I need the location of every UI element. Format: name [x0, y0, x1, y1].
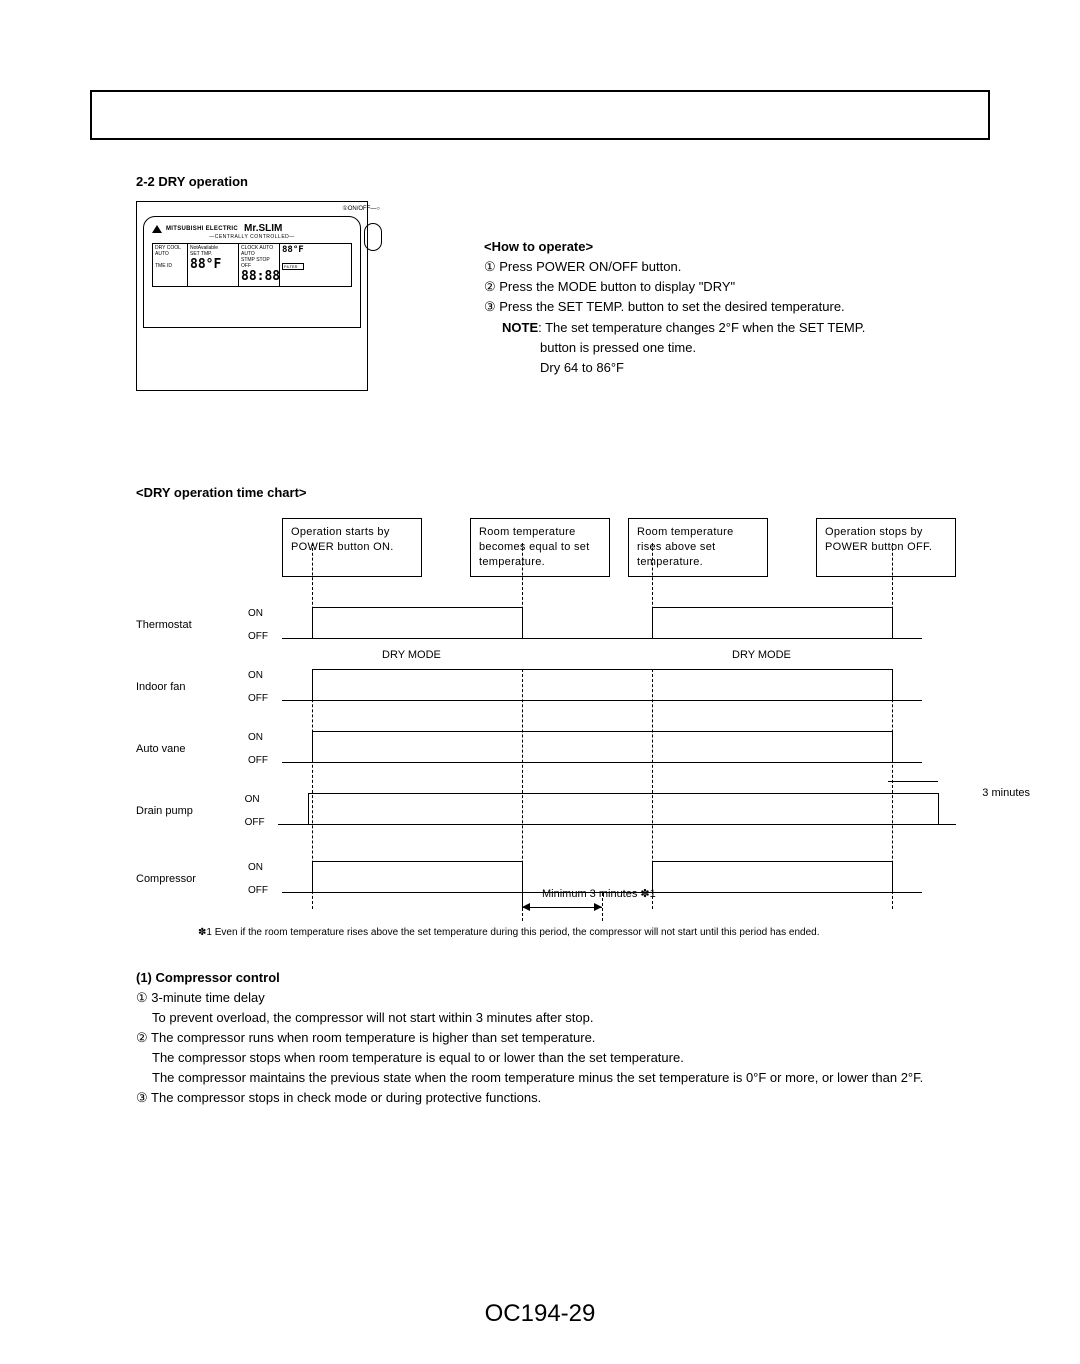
centrally-controlled: —CENTRALLY CONTROLLED— — [152, 234, 352, 240]
page-number: OC194-29 — [0, 1300, 1080, 1328]
row-label-compressor: Compressor — [136, 873, 248, 885]
cc-line1b: To prevent overload, the compressor will… — [152, 1008, 990, 1028]
dry-mode-label-1: DRY MODE — [382, 649, 441, 661]
off-label: OFF — [245, 817, 278, 828]
note-body3: Dry 64 to 86°F — [540, 358, 865, 378]
howto-step-2: ② Press the MODE button to display "DRY" — [484, 277, 865, 297]
lcd-c3l2: STMP STOP OFF — [241, 257, 277, 269]
off-label: OFF — [248, 885, 282, 896]
three-minutes-label: 3 minutes — [982, 787, 1030, 799]
on-label: ON — [248, 732, 282, 743]
power-button-icon — [364, 223, 382, 251]
cc-line3: ③ The compressor stops in check mode or … — [136, 1088, 990, 1108]
note-body1: : The set temperature changes 2°F when t… — [538, 320, 865, 335]
howto-step-3: ③ Press the SET TEMP. button to set the … — [484, 297, 865, 317]
event-box-1: Operation starts by POWER button ON. — [282, 518, 422, 577]
compressor-control-title: (1) Compressor control — [136, 968, 990, 988]
brand-small: MITSUBISHI ELECTRIC — [166, 226, 238, 232]
row-label-auto-vane: Auto vane — [136, 743, 248, 755]
off-label: OFF — [248, 693, 282, 704]
mitsubishi-logo-icon — [152, 225, 162, 233]
lcd-c1l2: AUTO — [155, 251, 185, 257]
howto-title: <How to operate> — [484, 237, 865, 257]
off-label: OFF — [248, 631, 282, 642]
onoff-label: ①ON/OFF—○ — [342, 205, 380, 212]
how-to-operate: <How to operate> ① Press POWER ON/OFF bu… — [484, 237, 865, 378]
min3-label: Minimum 3 minutes ✽1 — [542, 887, 656, 900]
on-label: ON — [248, 862, 282, 873]
filter-badge: FILTER — [282, 263, 304, 270]
brand-big: Mr.SLIM — [244, 223, 282, 234]
dry-mode-label-2: DRY MODE — [732, 649, 791, 661]
off-label: OFF — [248, 755, 282, 766]
on-label: ON — [248, 608, 282, 619]
on-label: ON — [245, 794, 278, 805]
remote-illustration: ①ON/OFF—○ MITSUBISHI ELECTRIC Mr.SLIM —C… — [136, 201, 368, 391]
cc-line2: ② The compressor runs when room temperat… — [136, 1028, 990, 1048]
row-label-drain-pump: Drain pump — [136, 805, 245, 817]
lcd-c1l3: TME ID — [155, 263, 185, 269]
note-label: NOTE — [502, 320, 538, 335]
event-box-4: Operation stops by POWER button OFF. — [816, 518, 956, 577]
compressor-control-section: (1) Compressor control ① 3-minute time d… — [136, 968, 990, 1109]
on-label: ON — [248, 670, 282, 681]
header-bar — [90, 90, 990, 140]
row-label-indoor-fan: Indoor fan — [136, 681, 248, 693]
cc-line1: ① 3-minute time delay — [136, 988, 990, 1008]
lcd-right-temp: 88°F — [282, 245, 304, 255]
footnote-1: ✽1 Even if the room temperature rises ab… — [198, 927, 956, 938]
event-box-2: Room temperature becomes equal to set te… — [470, 518, 610, 577]
lcd-time: 88:88 — [241, 269, 280, 284]
cc-line2c: The compressor maintains the previous st… — [152, 1068, 990, 1088]
note-body2: button is pressed one time. — [540, 338, 865, 358]
lcd-c3l1: CLOCK AUTO AUTO — [241, 245, 277, 257]
timing-chart: Operation starts by POWER button ON. Roo… — [136, 518, 956, 938]
cc-line2b: The compressor stops when room temperatu… — [152, 1048, 990, 1068]
section-title: 2-2 DRY operation — [136, 174, 990, 189]
chart-title: <DRY operation time chart> — [136, 485, 990, 500]
row-label-thermostat: Thermostat — [136, 619, 248, 631]
howto-step-1: ① Press POWER ON/OFF button. — [484, 257, 865, 277]
event-box-3: Room temperature rises above set tempera… — [628, 518, 768, 577]
lcd-panel: DRY COOL AUTO TME ID NotAvailable SET TM… — [152, 243, 352, 287]
lcd-temp: 88°F — [190, 257, 221, 272]
